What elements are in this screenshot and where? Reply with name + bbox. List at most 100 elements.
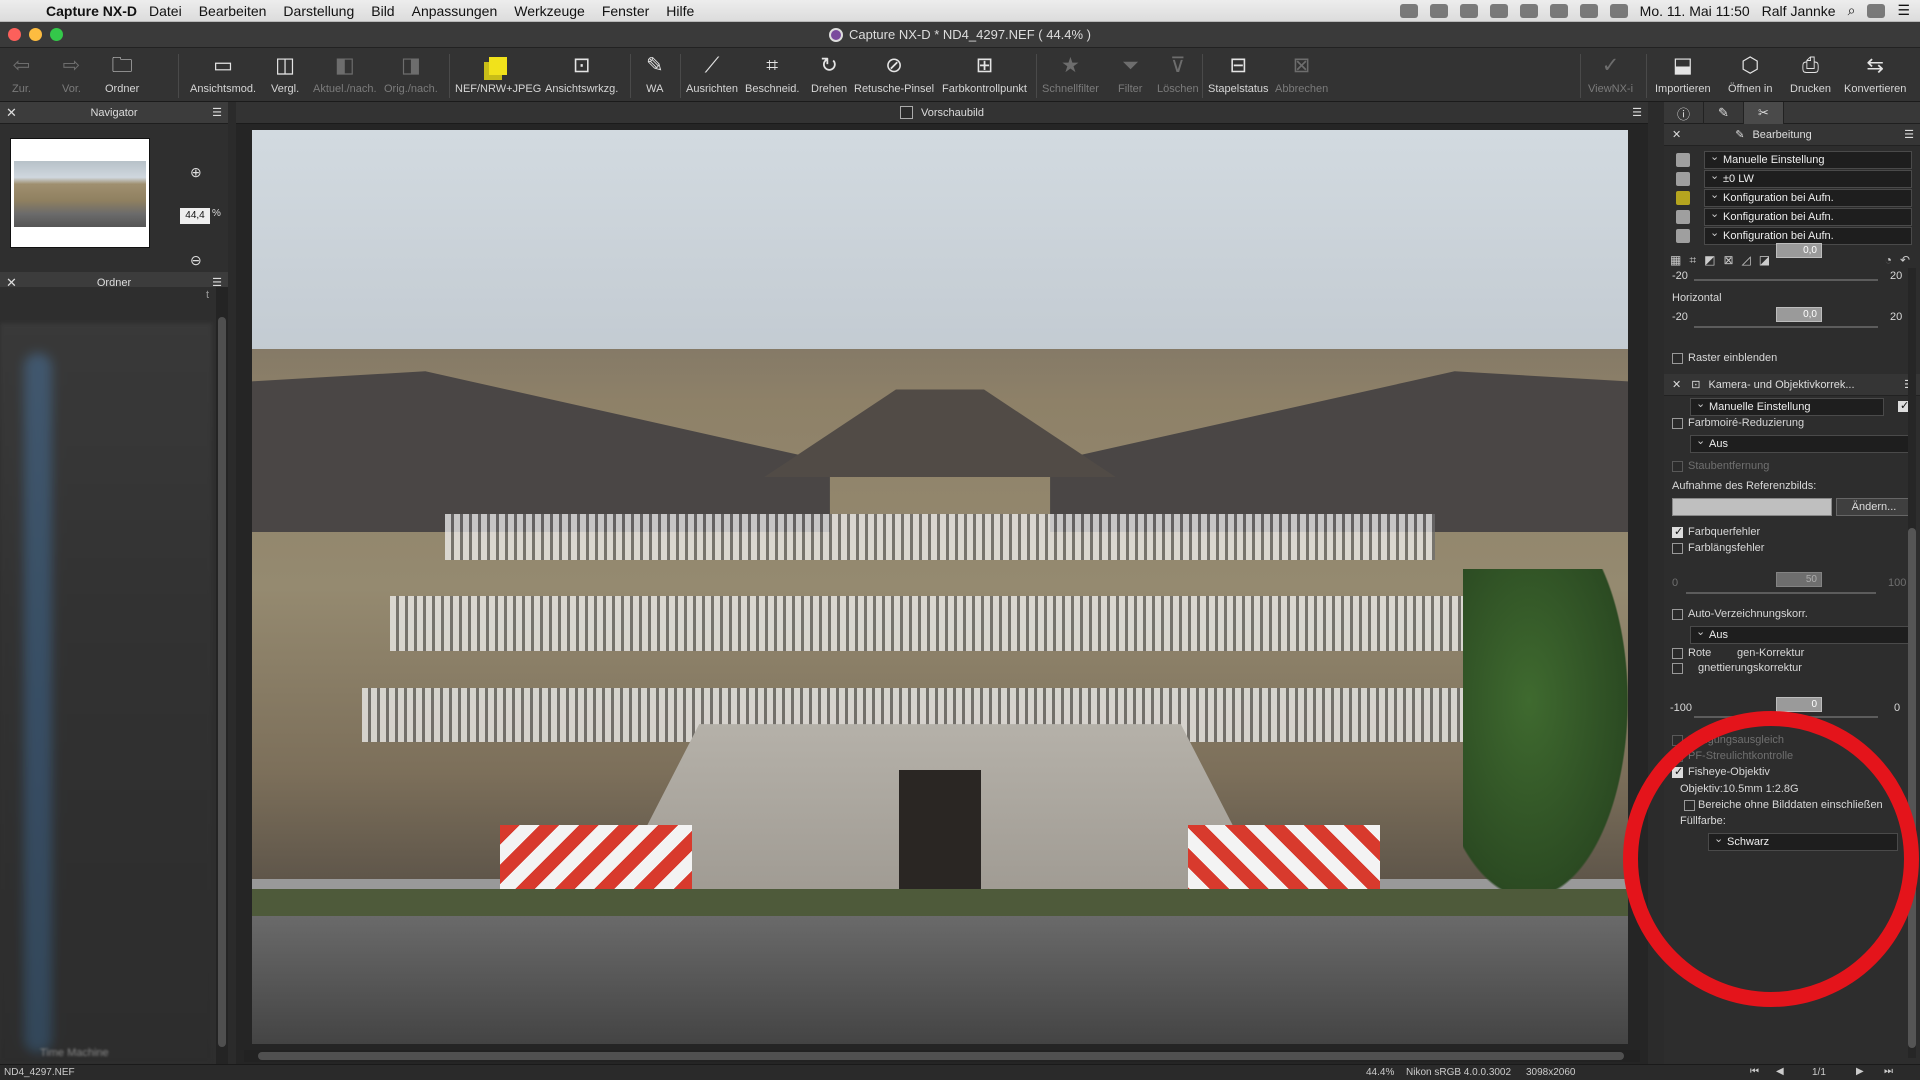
notification-center-icon[interactable]: ☰ [1897, 2, 1910, 19]
zoom-window-button[interactable] [50, 28, 63, 41]
include-areas-checkbox[interactable] [1684, 800, 1695, 811]
menu-bearbeiten[interactable]: Bearbeiten [199, 3, 267, 19]
volume-icon[interactable] [1579, 3, 1598, 18]
input-source-icon[interactable] [1609, 3, 1628, 18]
crop-button[interactable]: ⌗ Beschneid. [745, 52, 799, 95]
levels-icon[interactable]: ◩ [1704, 253, 1715, 267]
navigator-thumbnail[interactable] [10, 138, 150, 248]
noise-icon[interactable]: ▦ [1670, 253, 1681, 267]
close-icon[interactable]: ✕ [1672, 128, 1681, 141]
quick-filter-button[interactable]: ★ Schnellfilter [1042, 52, 1099, 95]
first-page-icon[interactable]: ⏮ [1750, 1066, 1759, 1077]
print-button[interactable]: ⎙ Drucken [1790, 52, 1831, 95]
picture-control-dropdown[interactable]: Konfiguration bei Aufn. [1704, 207, 1912, 226]
folder-item-time-machine[interactable]: Time Machine [40, 1047, 109, 1059]
cancel-batch-button[interactable]: ⊠ Abbrechen [1275, 52, 1328, 95]
rotate-button[interactable]: ↻ Drehen [811, 52, 847, 95]
menu-bild[interactable]: Bild [371, 3, 394, 19]
edit-panel-scrollbar[interactable] [1908, 268, 1916, 1058]
fill-color-dropdown[interactable]: Schwarz [1708, 832, 1898, 851]
vignette-checkbox[interactable] [1672, 663, 1683, 674]
tab-edit[interactable]: ✎ [1704, 102, 1744, 124]
minimize-window-button[interactable] [29, 28, 42, 41]
delete-button[interactable]: ⊽ Löschen [1157, 52, 1199, 95]
show-grid-checkbox[interactable] [1672, 353, 1683, 364]
menu-anpassungen[interactable]: Anpassungen [412, 3, 498, 19]
history-icon[interactable]: ◔ [1885, 253, 1892, 267]
menu-werkzeuge[interactable]: Werkzeuge [514, 3, 585, 19]
auto-distortion-checkbox[interactable] [1672, 609, 1683, 620]
color-control-point-button[interactable]: ⊞ Farbkontrollpunkt [942, 52, 1027, 95]
view-mode-button[interactable]: ▭ Ansichtsmod. [190, 52, 256, 95]
nef-jpeg-button[interactable]: NEF/NRW+JPEG [455, 52, 541, 95]
panel-menu-icon[interactable]: ☰ [1904, 128, 1914, 141]
forward-button[interactable]: ⇨ Vor. [62, 52, 81, 95]
folder-tree[interactable]: t Time Machine [0, 287, 228, 1064]
status-icon[interactable] [1429, 3, 1448, 18]
menu-app-name[interactable]: Capture NX-D [46, 3, 137, 19]
zoom-in-icon[interactable]: ⊕ [190, 164, 202, 181]
orig-after-button[interactable]: ◨ Orig./nach. [384, 52, 438, 95]
lateral-ca-checkbox[interactable] [1672, 525, 1683, 538]
undo-icon[interactable]: ↶ [1900, 253, 1910, 267]
axial-ca-checkbox[interactable] [1672, 543, 1683, 554]
tab-info[interactable]: ⓘ [1664, 102, 1704, 124]
horizontal-value[interactable]: 0,0 [1776, 307, 1822, 322]
close-icon[interactable]: ✕ [6, 105, 17, 121]
spotlight-icon[interactable]: ⌕ [1848, 2, 1856, 19]
folder-button[interactable]: 🗀 Ordner [105, 52, 139, 95]
panel-menu-icon[interactable]: ☰ [1632, 106, 1642, 119]
dropbox-icon[interactable] [1399, 3, 1418, 18]
view-tools-button[interactable]: ⊡ Ansichtswrkzg. [545, 52, 618, 95]
next-page-icon[interactable]: ▶ [1856, 1066, 1864, 1077]
filter-button[interactable]: ⏷ Filter [1118, 52, 1142, 95]
moire-dropdown[interactable]: Aus [1690, 434, 1912, 453]
open-in-button[interactable]: ⬡ Öffnen in [1728, 52, 1772, 95]
menubar-user[interactable]: Ralf Jannke [1762, 3, 1836, 19]
viewnx-button[interactable]: ✓ ViewNX-i [1588, 52, 1633, 95]
crop-tool-icon[interactable]: ⌗ [1689, 253, 1696, 268]
bluetooth-icon[interactable] [1519, 3, 1538, 18]
cloud-icon[interactable] [1459, 3, 1478, 18]
menu-fenster[interactable]: Fenster [602, 3, 649, 19]
horizontal-slider[interactable] [1694, 326, 1878, 328]
viewer-horizontal-scrollbar[interactable] [244, 1050, 1640, 1062]
batch-status-button[interactable]: ⊟ Stapelstatus [1208, 52, 1269, 95]
wifi-icon[interactable] [1549, 3, 1568, 18]
wb-config-dropdown[interactable]: Konfiguration bei Aufn. [1704, 188, 1912, 207]
menu-darstellung[interactable]: Darstellung [283, 3, 354, 19]
menubar-clock[interactable]: Mo. 11. Mai 11:50 [1640, 3, 1750, 19]
close-icon[interactable]: ✕ [1672, 378, 1681, 391]
import-button[interactable]: ⬓ Importieren [1655, 52, 1711, 95]
close-window-button[interactable] [8, 28, 21, 41]
camera-manual-dropdown[interactable]: Manuelle Einstellung [1690, 397, 1884, 416]
preview-checkbox[interactable] [900, 106, 913, 119]
last-page-icon[interactable]: ⏭ [1884, 1066, 1893, 1077]
change-ref-button[interactable]: Ändern... [1836, 498, 1912, 516]
menu-hilfe[interactable]: Hilfe [666, 3, 694, 19]
vertical-value[interactable]: 0,0 [1776, 243, 1822, 258]
ref-image-field[interactable] [1672, 498, 1832, 516]
diffraction-checkbox[interactable] [1672, 735, 1683, 746]
back-button[interactable]: ⇦ Zur. [12, 52, 31, 95]
convert-button[interactable]: ⇆ Konvertieren [1844, 52, 1906, 95]
vertical-slider[interactable] [1694, 279, 1878, 281]
before-after-button[interactable]: ◧ Aktuel./nach. [313, 52, 377, 95]
dust-checkbox[interactable] [1672, 461, 1683, 472]
time-machine-icon[interactable] [1489, 3, 1508, 18]
main-photo[interactable] [252, 130, 1628, 1044]
straighten-button[interactable]: ⟋ Ausrichten [686, 52, 738, 95]
moire-checkbox[interactable] [1672, 418, 1683, 429]
pf-flare-checkbox[interactable] [1672, 751, 1683, 762]
siri-icon[interactable] [1867, 3, 1886, 18]
manual-setting-dropdown[interactable]: Manuelle Einstellung [1704, 150, 1912, 169]
zoom-out-icon[interactable]: ⊖ [190, 252, 202, 269]
retouch-brush-button[interactable]: ⊘ Retusche-Pinsel [854, 52, 934, 95]
folder-scrollbar[interactable] [216, 287, 228, 1064]
fisheye-checkbox[interactable] [1672, 765, 1683, 778]
exposure-dropdown[interactable]: ±0 LW [1704, 169, 1912, 188]
auto-distortion-dropdown[interactable]: Aus [1690, 625, 1912, 644]
menu-datei[interactable]: Datei [149, 3, 182, 19]
vignette-slider[interactable] [1694, 716, 1878, 718]
axial-slider[interactable] [1686, 592, 1876, 594]
